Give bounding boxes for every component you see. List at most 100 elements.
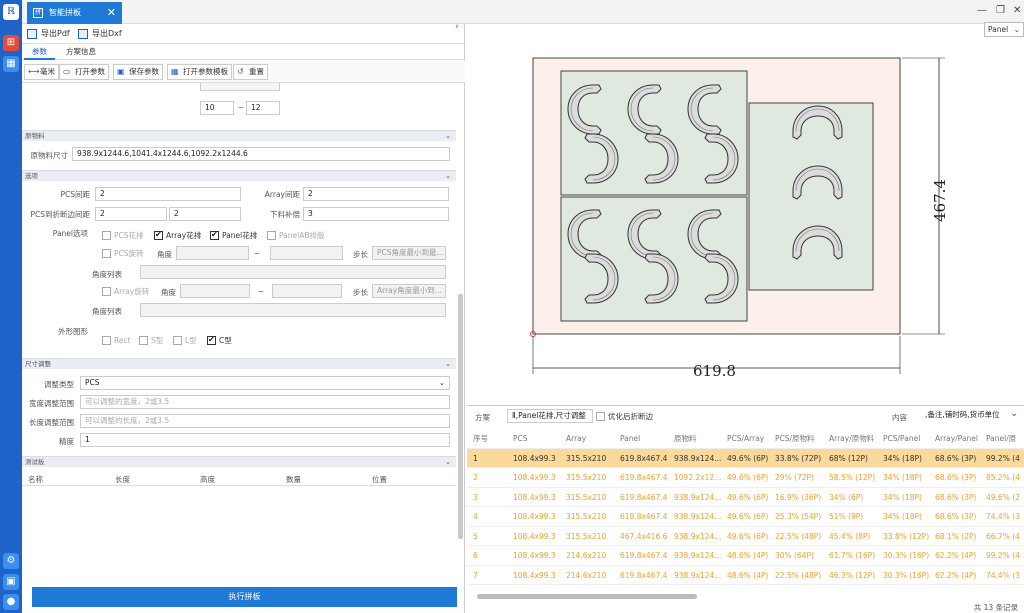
pcs-angle-max-input[interactable] xyxy=(270,246,343,260)
expand-chevron-icon[interactable]: ⌄ xyxy=(1010,408,1018,419)
save-params-button[interactable]: ▣ 保存参数 xyxy=(113,64,163,80)
table-row[interactable]: 1 108.4x99.3 315.5x210 619.8x467.4 938.9x124… xyxy=(467,448,1024,468)
section-options[interactable]: 选项 ⌄ xyxy=(22,170,456,181)
pcs-angle-min-input[interactable] xyxy=(176,246,249,260)
restore-icon[interactable]: ❐ xyxy=(996,5,1005,16)
array-flower-checkbox[interactable]: Array花排 xyxy=(154,230,202,241)
pcs-step-input[interactable]: PCS角度最小到最... xyxy=(372,246,446,260)
precision-input[interactable]: 1 xyxy=(80,433,450,447)
user-icon[interactable]: ● xyxy=(3,594,19,610)
array-flower-label: Array花排 xyxy=(166,231,202,240)
table-row[interactable]: 5 108.4x99.3 315.5x210 467.4x416.6 938.9x124… xyxy=(467,527,1024,546)
table-cell: 467.4x416.6 xyxy=(620,531,668,541)
param-tabs: 参数 方案信息 xyxy=(22,44,465,60)
material-size-label: 原物料尺寸 xyxy=(30,151,69,160)
col-header: PCS/原物料 xyxy=(775,434,815,443)
table-cell: 34% (6P) xyxy=(829,492,864,502)
pcs-angle-list-input[interactable] xyxy=(140,265,446,279)
folder-icon: ▭ xyxy=(63,67,71,76)
range-max-input[interactable]: 12 xyxy=(246,101,280,115)
shape-l-checkbox[interactable]: L型 xyxy=(173,336,197,346)
material-size-input[interactable]: 938.9x1244.6,1041.4x1244.6,1092.2x1244.6 xyxy=(72,147,450,161)
table-cell: 51% (9P) xyxy=(829,512,864,521)
panel-view-select[interactable]: Panel ⌄ xyxy=(984,22,1024,37)
table-cell: 34% (18P) xyxy=(883,512,922,521)
section-options-label: 选项 xyxy=(25,172,38,180)
col-header: Panel/原 xyxy=(986,434,1017,443)
tool-icon[interactable]: ⊞ xyxy=(3,35,19,51)
export-dxf-button[interactable]: 导出Dxf xyxy=(76,26,122,42)
reset-button[interactable]: ↺ 重置 xyxy=(233,64,268,80)
minimize-icon[interactable]: — xyxy=(977,5,987,16)
section-material[interactable]: 原物料 ⌄ xyxy=(22,130,456,141)
tab-smart-panel[interactable]: 拼 智能拼板 ✕ xyxy=(27,2,122,24)
table-cell: 49.6% (2 xyxy=(986,492,1020,502)
table-row[interactable]: 6 108.4x99.3 214.6x210 619.8x467.4 938.9x124… xyxy=(467,546,1024,566)
grid-icon[interactable]: ▦ xyxy=(3,56,19,72)
tab-scheme-info[interactable]: 方案信息 xyxy=(58,44,104,60)
array-rotate-checkbox[interactable]: Array旋转 xyxy=(102,287,149,297)
table-cell: 619.8x467.4 xyxy=(620,551,668,560)
range-min-input[interactable]: 10 xyxy=(200,101,234,115)
content-select[interactable]: ,备注,铺时码,货币单位 xyxy=(921,409,1005,423)
shape-c-checkbox[interactable]: C型 xyxy=(207,335,232,346)
shape-s-checkbox[interactable]: S型 xyxy=(139,336,163,346)
adjust-type-select[interactable]: PCS ⌄ xyxy=(80,376,450,390)
run-panel-button[interactable]: 执行拼板 xyxy=(32,587,457,607)
length-range-input[interactable]: 可以调整的长度，2或3.5 xyxy=(80,414,450,428)
array-angle-min-input[interactable] xyxy=(180,284,250,298)
pcs-gap-input[interactable]: 2 xyxy=(95,187,241,201)
left-scrollbar[interactable] xyxy=(458,294,463,539)
pcs-flower-label: PCS花排 xyxy=(114,231,144,240)
table-row[interactable]: 4 108.4x99.3 315.5x210 619.8x467.4 938.9x124… xyxy=(467,507,1024,527)
array-angle-list-input[interactable] xyxy=(140,303,446,317)
panel-options-label: Panel选项 xyxy=(52,229,88,238)
table-cell: 48.6% (4P) xyxy=(727,570,769,580)
pcs-rotate-checkbox[interactable]: PCS旋转 xyxy=(102,249,144,259)
array-gap-label: Array间距 xyxy=(264,190,300,199)
open-template-button[interactable]: ▦ 打开参数模板 xyxy=(167,64,232,80)
export-pdf-button[interactable]: 导出Pdf xyxy=(25,26,70,42)
table-row[interactable]: 7 108.4x99.3 214.6x210 619.8x467.4 938.9x124… xyxy=(467,566,1024,585)
table-row[interactable]: 2 108.4x99.3 315.5x210 619.8x467.4 1092.2x12… xyxy=(467,468,1024,488)
width-range-input[interactable]: 可以调整的宽度，2或3.5 xyxy=(80,395,450,409)
table-cell: 58.5% (12P) xyxy=(829,473,876,482)
optimize-edge-checkbox[interactable]: 优化后折断边 xyxy=(596,412,653,422)
scheme-select[interactable]: Ⅱ,Panel花排,尺寸调整 xyxy=(507,409,593,423)
feed-comp-input[interactable]: 3 xyxy=(303,207,449,221)
chevron-down-icon: ⌄ xyxy=(445,132,451,140)
array-angle-max-input[interactable] xyxy=(272,284,342,298)
chevron-down-icon: ⌄ xyxy=(1013,25,1020,34)
table-cell: 619.8x467.4 xyxy=(620,512,668,521)
unit-mm-button[interactable]: ⟷ 毫米 xyxy=(24,64,59,80)
horizontal-scrollbar[interactable] xyxy=(477,594,697,599)
array-angle-list-label: 角度列表 xyxy=(92,307,122,316)
array-step-input[interactable]: Array角度最小到... xyxy=(372,284,446,298)
tab-params[interactable]: 参数 xyxy=(24,44,55,60)
shape-label: 外形图形 xyxy=(58,327,88,336)
pcs-edge-input-b[interactable]: 2 xyxy=(169,207,241,221)
section-test-board[interactable]: 测试板 ⌄ xyxy=(22,456,456,467)
save-icon: ▣ xyxy=(117,67,125,76)
close-window-icon[interactable]: ✕ xyxy=(1013,5,1021,16)
pcs-edge-input-a[interactable]: 2 xyxy=(95,207,167,221)
open-params-button[interactable]: ▭ 打开参数 xyxy=(59,64,109,80)
panel-ab-checkbox[interactable]: PanelAB排版 xyxy=(267,231,325,241)
collapse-panel-icon[interactable]: ‹ xyxy=(455,22,459,32)
pcs-flower-checkbox[interactable]: PCS花排 xyxy=(102,231,144,241)
section-material-label: 原物料 xyxy=(25,132,45,140)
table-cell: 1 xyxy=(473,453,478,463)
param-form: 10 ~ 12 原物料 ⌄ 原物料尺寸 938.9x1244.6,1041.4x1… xyxy=(22,83,465,583)
test-col-qty: 数量 xyxy=(286,475,301,484)
settings-icon[interactable]: ⚙ xyxy=(3,553,19,569)
panel-flower-checkbox[interactable]: Panel花排 xyxy=(210,230,257,241)
shape-rect-checkbox[interactable]: Rect xyxy=(102,336,131,346)
close-tab-icon[interactable]: ✕ xyxy=(107,2,116,24)
table-row[interactable]: 8 108.4x99.3 214.6x210 619.8x467.4 938.9x124… xyxy=(467,585,1024,591)
table-row[interactable]: 3 108.4x99.3 315.5x210 619.8x467.4 938.9x124… xyxy=(467,488,1024,507)
array-gap-input[interactable]: 2 xyxy=(303,187,449,201)
table-cell: 108.4x99.3 xyxy=(513,585,556,591)
partial-field xyxy=(200,83,280,91)
window-icon[interactable]: ▣ xyxy=(3,574,19,590)
section-size-adjust[interactable]: 尺寸调整 ⌄ xyxy=(22,358,456,369)
